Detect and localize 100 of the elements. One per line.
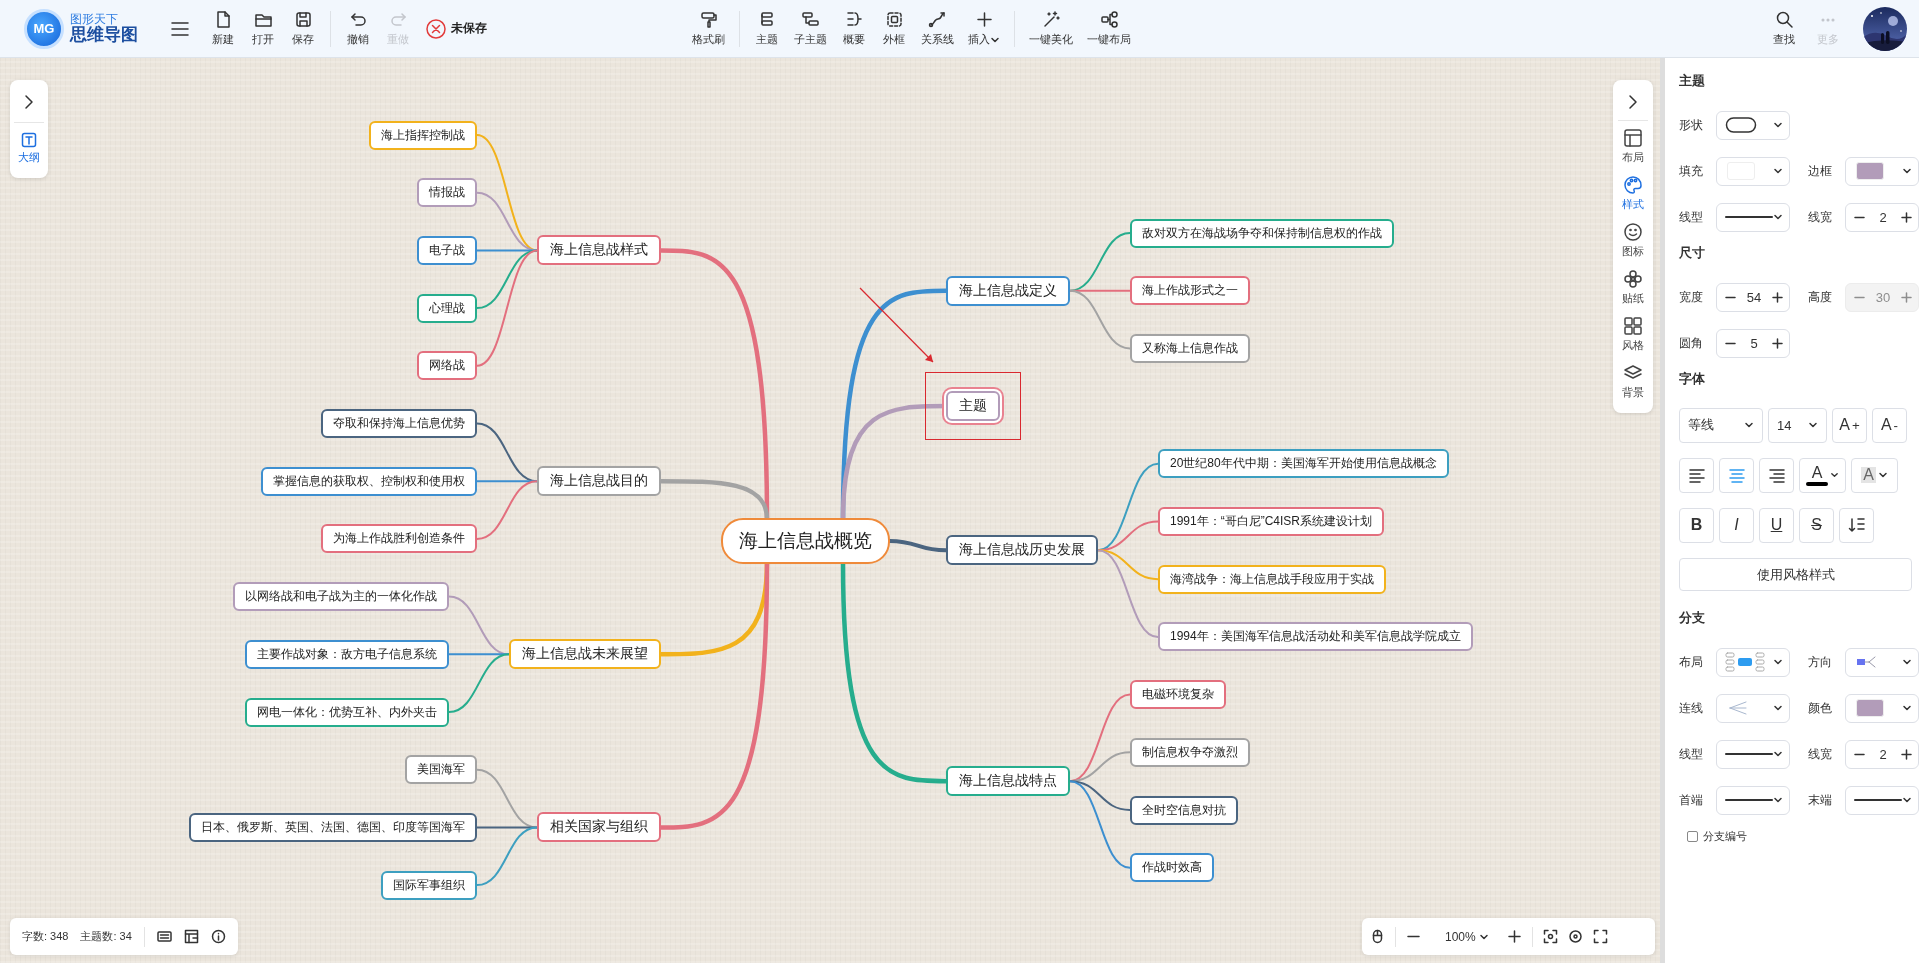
toolbar-button[interactable]: 打开 (244, 6, 282, 51)
fullscreen-button[interactable] (1592, 929, 1608, 944)
mouse-mode-button[interactable] (1370, 929, 1385, 944)
toolbar-button[interactable]: 一键布局 (1081, 6, 1137, 51)
panel-tab[interactable]: 图标 (1622, 219, 1644, 262)
main-topic[interactable]: 海上信息战未来展望 (509, 639, 661, 670)
line-style-select[interactable] (1845, 785, 1919, 815)
target-icon (1567, 929, 1583, 944)
fit-view-button[interactable] (1542, 929, 1558, 944)
subtopic[interactable]: 敌对双方在海战场争夺和保持制信息权的作战 (1130, 218, 1394, 248)
field-label: 首端 (1679, 791, 1704, 809)
format-button[interactable]: S (1799, 507, 1834, 543)
toolbar-button[interactable]: 子主题 (788, 6, 833, 51)
color-select[interactable] (1845, 156, 1919, 186)
subtopic[interactable]: 制信息权争夺激烈 (1130, 737, 1250, 767)
subtopic[interactable]: 1994年：美国海军信息战活动处和美军信息战学院成立 (1158, 622, 1473, 652)
format-button[interactable]: I (1719, 507, 1754, 543)
checkbox[interactable] (1687, 831, 1698, 842)
chevron-down-icon (1773, 657, 1783, 667)
chevron-down-icon (1773, 120, 1783, 130)
subtopic[interactable]: 全时空信息对抗 (1130, 795, 1238, 825)
toolbar-button[interactable]: 外框 (875, 6, 913, 51)
panel-tab[interactable]: 背景 (1622, 360, 1644, 403)
toolbar-button[interactable]: 主题 (748, 6, 786, 51)
format-button[interactable]: U (1759, 507, 1794, 543)
central-topic[interactable]: 海上信息战概览 (720, 518, 890, 564)
main-topic[interactable]: 海上信息战定义 (946, 275, 1070, 306)
panel-tab[interactable]: 风格 (1622, 313, 1644, 356)
line-style-select[interactable] (1716, 202, 1790, 232)
line-spacing-button[interactable] (1839, 507, 1874, 543)
toolbar-button[interactable]: 关系线 (915, 6, 960, 51)
zoom-in-button[interactable] (1506, 929, 1522, 944)
subtopic[interactable]: 主要作战对象：敌方电子信息系统 (245, 639, 449, 669)
subtopic[interactable]: 心理战 (417, 293, 477, 323)
shape-select[interactable] (1716, 110, 1790, 140)
number-stepper[interactable]: 54 (1716, 282, 1790, 312)
toolbar-button[interactable]: 撤销 (339, 6, 377, 51)
subtopic[interactable]: 海上指挥控制战 (369, 120, 477, 150)
main-topic[interactable]: 海上信息战特点 (946, 766, 1070, 797)
main-topic[interactable]: 海上信息战历史发展 (946, 535, 1098, 566)
format-button[interactable]: B (1679, 507, 1714, 543)
line-style-select[interactable] (1716, 739, 1790, 769)
chevron-down-icon (1773, 703, 1783, 713)
subtopic[interactable]: 海湾战争：海上信息战手段应用于实战 (1158, 564, 1386, 594)
subtopic[interactable]: 1991年：“哥白尼”C4ISR系统建设计划 (1158, 507, 1385, 536)
subtopic[interactable]: 为海上作战胜利创造条件 (321, 524, 477, 554)
font-size-select[interactable]: 14 (1768, 407, 1827, 443)
subtopic[interactable]: 日本、俄罗斯、英国、法国、德国、印度等国海军 (189, 812, 477, 842)
toolbar-button[interactable]: 格式刷 (686, 6, 731, 51)
toolbar-button[interactable]: 保存 (284, 6, 322, 51)
number-stepper[interactable]: 2 (1845, 202, 1919, 232)
subtopic[interactable]: 美国海军 (405, 755, 477, 785)
field-label: 线型 (1679, 208, 1704, 226)
toolbar-button[interactable]: 一键美化 (1023, 6, 1079, 51)
toolbar-button[interactable]: 新建 (204, 6, 242, 51)
subtopic[interactable]: 情报战 (417, 178, 477, 208)
apply-style-button[interactable]: 使用风格样式 (1679, 558, 1912, 591)
toolbar-button[interactable]: 查找 (1765, 6, 1803, 51)
align-button[interactable] (1759, 457, 1794, 493)
subtopic[interactable]: 国际军事组织 (381, 870, 477, 900)
panel-tab[interactable]: 贴纸 (1622, 266, 1644, 309)
subtopic[interactable]: 网络战 (417, 351, 477, 381)
color-select[interactable] (1845, 693, 1919, 723)
field-label: 高度 (1808, 288, 1833, 306)
font-family-select[interactable]: 等线 (1679, 407, 1763, 443)
subtopic[interactable]: 以网络战和电子战为主的一体化作战 (233, 582, 449, 612)
word-count: 字数: 348 (22, 929, 69, 944)
subtopic[interactable]: 作战时效高 (1130, 853, 1214, 883)
direction-select[interactable] (1845, 647, 1919, 677)
subtopic[interactable]: 海上作战形式之一 (1130, 276, 1250, 306)
main-topic[interactable]: 海上信息战目的 (537, 466, 661, 497)
number-stepper[interactable]: 5 (1716, 328, 1790, 358)
number-stepper[interactable]: 2 (1845, 739, 1919, 769)
align-button[interactable] (1679, 457, 1714, 493)
subtopic[interactable]: 掌握信息的获取权、控制权和使用权 (261, 466, 477, 496)
subtopic[interactable]: 又称海上信息作战 (1130, 333, 1250, 363)
numbering-checkbox[interactable]: 分支编号 (1687, 829, 1913, 844)
plus-icon (1901, 291, 1912, 303)
info-button[interactable] (210, 929, 226, 944)
line-style-select[interactable] (1716, 785, 1790, 815)
keyboard-button[interactable] (156, 929, 172, 944)
zoom-select[interactable]: 100% (1445, 929, 1489, 944)
locate-button[interactable] (1567, 929, 1583, 944)
main-topic[interactable]: 相关国家与组织 (537, 812, 661, 843)
panel-tab[interactable]: 布局 (1622, 125, 1644, 168)
subtopic[interactable]: 电磁环境复杂 (1130, 680, 1226, 710)
toolbar-button[interactable]: 插入 (962, 6, 1006, 51)
toolbar-button[interactable]: 概要 (835, 6, 873, 51)
color-select[interactable] (1716, 156, 1790, 186)
panel-tab[interactable]: 样式 (1622, 172, 1644, 215)
main-topic[interactable]: 海上信息战样式 (537, 235, 661, 266)
text-color-button[interactable]: A (1799, 457, 1846, 493)
highlight-button[interactable]: A (1851, 457, 1898, 493)
layout-select[interactable] (1716, 647, 1790, 677)
plus-icon (974, 10, 994, 29)
subtopic[interactable]: 夺取和保持海上信息优势 (321, 409, 477, 438)
minimap-button[interactable] (183, 929, 199, 944)
subtopic[interactable]: 20世纪80年代中期：美国海军开始使用信息战概念 (1158, 449, 1449, 479)
subtopic[interactable]: 网电一体化：优势互补、内外夹击 (245, 697, 449, 727)
subtopic[interactable]: 电子战 (417, 235, 477, 265)
